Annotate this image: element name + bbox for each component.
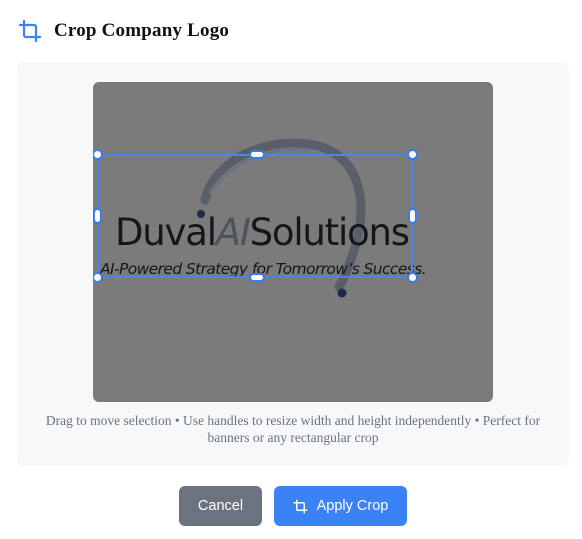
- dialog-header: Crop Company Logo: [18, 18, 229, 44]
- handle-top[interactable]: [249, 150, 265, 159]
- handle-left[interactable]: [93, 208, 102, 224]
- crop-panel: DuvalAISolutions AI-Powered Strategy for…: [17, 62, 569, 466]
- cancel-button[interactable]: Cancel: [179, 486, 262, 526]
- handle-right[interactable]: [408, 208, 417, 224]
- image-canvas: DuvalAISolutions AI-Powered Strategy for…: [93, 82, 493, 402]
- cancel-button-label: Cancel: [197, 498, 244, 514]
- crop-icon: [293, 499, 308, 513]
- handle-top-left[interactable]: [93, 149, 103, 160]
- handle-bottom-right[interactable]: [407, 272, 418, 283]
- dialog-title: Crop Company Logo: [54, 20, 230, 41]
- crop-instructions: Drag to move selection • Use handles to …: [45, 413, 541, 445]
- crop-icon: [18, 19, 42, 43]
- crop-selection[interactable]: [93, 149, 418, 283]
- apply-crop-button-label: Apply Crop: [316, 498, 389, 514]
- apply-crop-button[interactable]: Apply Crop: [274, 486, 407, 526]
- handle-bottom[interactable]: [249, 273, 265, 282]
- handle-top-right[interactable]: [407, 149, 418, 160]
